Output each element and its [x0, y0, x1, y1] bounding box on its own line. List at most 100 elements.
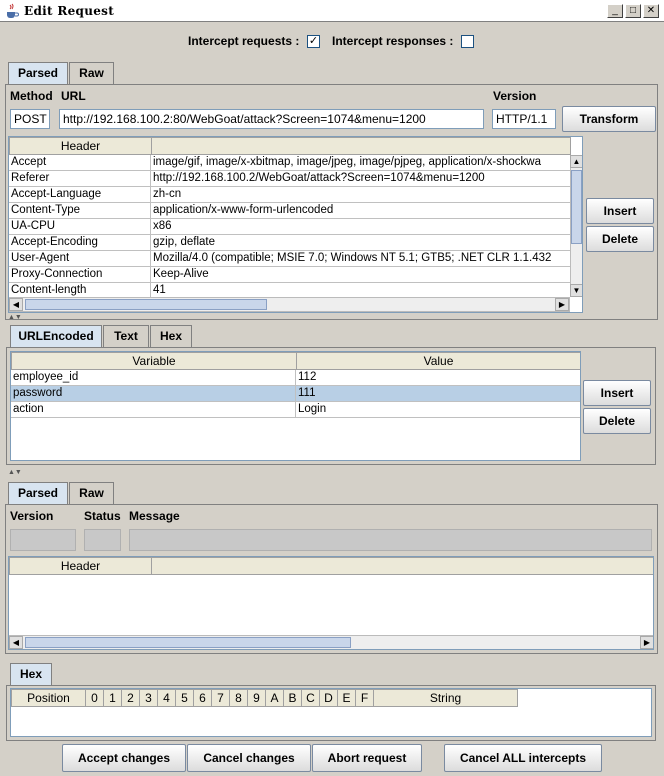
header-value-cell[interactable]: image/gif, image/x-xbitmap, image/jpeg, …: [151, 155, 570, 170]
hex-column-header[interactable]: A: [265, 689, 284, 707]
close-icon[interactable]: ✕: [643, 4, 659, 18]
tab-response-raw[interactable]: Raw: [69, 482, 114, 504]
scroll-right-icon[interactable]: ▶: [640, 636, 653, 649]
table-row[interactable]: Accept-Language zh-cn: [9, 187, 570, 203]
header-name-cell[interactable]: Accept-Encoding: [9, 235, 151, 250]
minimize-icon[interactable]: _: [607, 4, 623, 18]
table-row[interactable]: UA-CPU x86: [9, 219, 570, 235]
string-column-header[interactable]: String: [373, 689, 518, 707]
table-row[interactable]: employee_id 112: [11, 370, 580, 386]
table-row[interactable]: User-Agent Mozilla/4.0 (compatible; MSIE …: [9, 251, 570, 267]
position-column-header[interactable]: Position: [11, 689, 86, 707]
header-value-cell[interactable]: x86: [151, 219, 570, 234]
hex-column-header[interactable]: E: [337, 689, 356, 707]
splitter-arrows-icon[interactable]: ▲▼: [8, 469, 22, 476]
table-row[interactable]: action Login: [11, 402, 580, 418]
response-version-field[interactable]: [10, 529, 76, 551]
tab-body-text[interactable]: Text: [103, 325, 149, 347]
header-name-cell[interactable]: Referer: [9, 171, 151, 186]
hex-column-header[interactable]: C: [301, 689, 320, 707]
hex-column-header[interactable]: B: [283, 689, 302, 707]
hex-column-header[interactable]: 4: [157, 689, 176, 707]
header-value-cell[interactable]: http://192.168.100.2/WebGoat/attack?Scre…: [151, 171, 570, 186]
param-delete-button[interactable]: Delete: [583, 408, 651, 434]
header-name-cell[interactable]: Accept: [9, 155, 151, 170]
header-name-cell[interactable]: Accept-Language: [9, 187, 151, 202]
accept-changes-button[interactable]: Accept changes: [62, 744, 186, 772]
header-value-cell[interactable]: gzip, deflate: [151, 235, 570, 250]
intercept-responses-label: Intercept responses :: [332, 34, 454, 48]
tab-body-urlencoded[interactable]: URLEncoded: [10, 325, 102, 347]
hex-column-header[interactable]: 8: [229, 689, 248, 707]
scroll-right-icon[interactable]: ▶: [555, 298, 569, 311]
table-row[interactable]: Accept image/gif, image/x-xbitmap, image/…: [9, 155, 570, 171]
header-name-cell[interactable]: Content-Type: [9, 203, 151, 218]
url-field[interactable]: http://192.168.100.2:80/WebGoat/attack?S…: [59, 109, 484, 129]
version-field[interactable]: HTTP/1.1: [492, 109, 556, 129]
response-hscroll-thumb[interactable]: [25, 637, 351, 648]
headers-vscroll-thumb[interactable]: [571, 170, 582, 244]
method-field[interactable]: POST: [10, 109, 50, 129]
transform-button[interactable]: Transform: [562, 106, 656, 132]
tab-body-hex[interactable]: Hex: [150, 325, 192, 347]
table-row[interactable]: password 111: [11, 386, 580, 402]
variable-column-header[interactable]: Variable: [11, 352, 297, 370]
table-row[interactable]: Accept-Encoding gzip, deflate: [9, 235, 570, 251]
response-status-field[interactable]: [84, 529, 121, 551]
cancel-all-intercepts-button[interactable]: Cancel ALL intercepts: [444, 744, 602, 772]
header-name-cell[interactable]: Proxy-Connection: [9, 267, 151, 282]
hex-table: Position 0 1 2 3 4 5 6 7 8 9 A B C D E F String: [10, 688, 652, 737]
tab-response-parsed[interactable]: Parsed: [8, 482, 68, 504]
header-value-cell[interactable]: zh-cn: [151, 187, 570, 202]
intercept-responses-checkbox[interactable]: [461, 35, 474, 48]
variable-cell[interactable]: employee_id: [11, 370, 296, 385]
hex-column-header[interactable]: 7: [211, 689, 230, 707]
response-value-column-header[interactable]: [151, 557, 653, 575]
header-value-cell[interactable]: application/x-www-form-urlencoded: [151, 203, 570, 218]
param-insert-button[interactable]: Insert: [583, 380, 651, 406]
scroll-left-icon[interactable]: ◀: [9, 298, 23, 311]
hex-column-header[interactable]: 3: [139, 689, 158, 707]
response-header-column-header[interactable]: Header: [9, 557, 152, 575]
hex-column-header[interactable]: 6: [193, 689, 212, 707]
variable-cell[interactable]: action: [11, 402, 296, 417]
hex-column-header[interactable]: D: [319, 689, 338, 707]
response-message-label: Message: [129, 509, 180, 523]
scroll-left-icon[interactable]: ◀: [9, 636, 23, 649]
hex-column-header[interactable]: 1: [103, 689, 122, 707]
header-column-header[interactable]: Header: [9, 137, 152, 155]
hex-column-header[interactable]: 9: [247, 689, 266, 707]
header-delete-button[interactable]: Delete: [586, 226, 654, 252]
value-cell[interactable]: Login: [296, 402, 580, 417]
tab-response-hex[interactable]: Hex: [10, 663, 52, 685]
scroll-down-icon[interactable]: ▼: [570, 284, 582, 297]
intercept-requests-checkbox[interactable]: ✓: [307, 35, 320, 48]
cancel-changes-button[interactable]: Cancel changes: [187, 744, 311, 772]
header-name-cell[interactable]: UA-CPU: [9, 219, 151, 234]
headers-hscroll-thumb[interactable]: [25, 299, 267, 310]
header-name-cell[interactable]: User-Agent: [9, 251, 151, 266]
splitter-arrows-icon[interactable]: ▲▼: [8, 314, 22, 321]
scroll-up-icon[interactable]: ▲: [570, 155, 582, 168]
hex-column-header[interactable]: 0: [85, 689, 104, 707]
response-message-field[interactable]: [129, 529, 652, 551]
hex-column-header[interactable]: 2: [121, 689, 140, 707]
abort-request-button[interactable]: Abort request: [312, 744, 422, 772]
variable-cell[interactable]: password: [11, 386, 296, 401]
hex-column-header[interactable]: 5: [175, 689, 194, 707]
maximize-icon[interactable]: □: [625, 4, 641, 18]
value-column-header[interactable]: Value: [296, 352, 580, 370]
header-insert-button[interactable]: Insert: [586, 198, 654, 224]
tab-request-parsed[interactable]: Parsed: [8, 62, 68, 84]
header-value-cell[interactable]: Keep-Alive: [151, 267, 570, 282]
value-column-header[interactable]: [151, 137, 571, 155]
header-value-cell[interactable]: Mozilla/4.0 (compatible; MSIE 7.0; Windo…: [151, 251, 570, 266]
table-row[interactable]: Proxy-Connection Keep-Alive: [9, 267, 570, 283]
hex-column-header[interactable]: F: [355, 689, 374, 707]
table-row[interactable]: Referer http://192.168.100.2/WebGoat/atta…: [9, 171, 570, 187]
value-cell[interactable]: 111: [296, 386, 580, 401]
table-row[interactable]: Content-Type application/x-www-form-urlen…: [9, 203, 570, 219]
response-headers-table: Header ◀ ▶: [8, 556, 654, 650]
tab-request-raw[interactable]: Raw: [69, 62, 114, 84]
value-cell[interactable]: 112: [296, 370, 580, 385]
